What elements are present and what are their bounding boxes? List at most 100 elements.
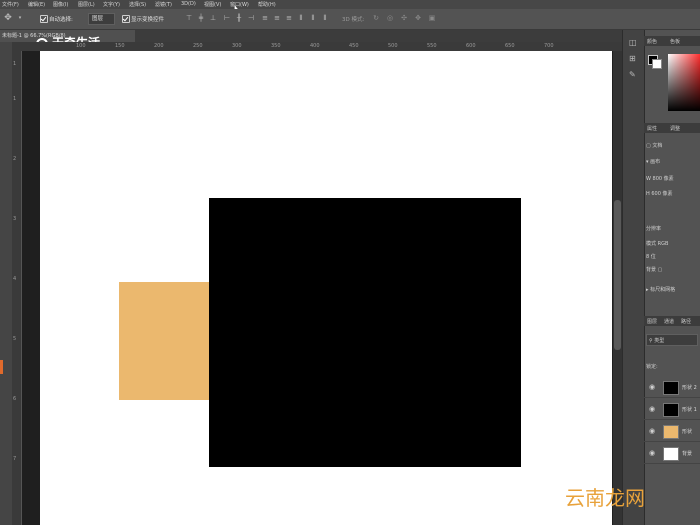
color-panel-tabs: 颜色 色板 [644, 36, 700, 46]
tab-channels[interactable]: 通道 [664, 318, 674, 325]
background-row[interactable]: 背景 ▢ [646, 266, 662, 273]
auto-select-checkbox[interactable] [40, 15, 48, 23]
ruler-tick: 450 [349, 43, 359, 49]
ruler-tick: 650 [505, 43, 515, 49]
adjust-icon[interactable]: ⊞ [629, 54, 636, 63]
chevron-down-icon[interactable]: ▾ [16, 14, 24, 22]
layers-panel-tabs: 图层 通道 路径 [644, 316, 700, 326]
canvas-width-row[interactable]: W 800 像素 [646, 175, 674, 182]
3d-slide-icon[interactable]: ✥ [414, 14, 422, 22]
menu-view[interactable]: 视图(V) [204, 1, 221, 8]
collapsed-panel-dock: ◫ ⊞ ✎ [622, 30, 645, 525]
document-label: ▢ 文档 [646, 143, 663, 149]
distribute-vcenter-icon[interactable]: ≡ [273, 14, 281, 22]
layer-thumbnail [663, 403, 679, 417]
layer-row[interactable]: ◉ 形状 [644, 422, 700, 442]
ruler-tick: 6 [13, 396, 17, 402]
tools-panel [0, 42, 12, 525]
menu-type[interactable]: 文字(Y) [103, 1, 120, 8]
visibility-eye-icon[interactable]: ◉ [649, 449, 655, 457]
canvas-section-label: ▾ 画布 [646, 159, 661, 165]
ruler-tick: 400 [310, 43, 320, 49]
ruler-tick: 1 [13, 96, 17, 102]
tab-adjustments[interactable]: 调整 [670, 125, 680, 132]
distribute-bottom-icon[interactable]: ≡ [285, 14, 293, 22]
show-transform-checkbox[interactable] [122, 15, 130, 23]
align-hcenter-icon[interactable]: ╫ [235, 14, 243, 22]
ruler-tick: 4 [13, 276, 17, 282]
mode-row[interactable]: 模式 RGB [646, 240, 668, 247]
layer-name: 形状 [682, 429, 693, 435]
align-right-icon[interactable]: ⊣ [247, 14, 255, 22]
ruler-tick: 5 [13, 336, 17, 342]
menu-file[interactable]: 文件(F) [2, 1, 19, 8]
distribute-hcenter-icon[interactable]: ⫴ [309, 14, 317, 22]
ruler-tick: 600 [466, 43, 476, 49]
ruler-tick: 550 [427, 43, 437, 49]
tab-properties[interactable]: 属性 [647, 125, 657, 132]
tab-swatches[interactable]: 色板 [670, 38, 680, 45]
black-rectangle-shape[interactable] [209, 198, 521, 467]
brush-panel-icon[interactable]: ✎ [629, 70, 636, 79]
options-bar: ✥ ▾ 自动选择: 图层 显示变换控件 ⊤ ╪ ⊥ ⊢ ╫ ⊣ ≡ ≡ ≡ ⫴ … [0, 9, 700, 30]
menu-edit[interactable]: 编辑(E) [28, 1, 45, 8]
tab-paths[interactable]: 路径 [681, 318, 691, 325]
background-color-swatch[interactable] [652, 59, 662, 69]
tab-color[interactable]: 颜色 [647, 38, 657, 45]
ruler-tick: 1 [13, 61, 17, 67]
align-left-icon[interactable]: ⊢ [223, 14, 231, 22]
layer-name: 形状 2 [682, 385, 697, 391]
3d-scale-icon[interactable]: ▣ [428, 14, 436, 22]
ruler-tick: 200 [154, 43, 164, 49]
3d-rotate-icon[interactable]: ↻ [372, 14, 380, 22]
history-icon[interactable]: ◫ [629, 38, 637, 47]
visibility-eye-icon[interactable]: ◉ [649, 427, 655, 435]
distribute-right-icon[interactable]: ⫴ [321, 14, 329, 22]
menu-3d[interactable]: 3D(D) [181, 1, 196, 7]
scrollbar-thumb[interactable] [614, 200, 621, 350]
layer-row[interactable]: ◉ 背景 [644, 444, 700, 464]
canvas-height-row[interactable]: H 600 像素 [646, 190, 673, 197]
menu-layer[interactable]: 图层(L) [78, 1, 95, 8]
menu-select[interactable]: 选择(S) [129, 1, 146, 8]
bit-depth-row[interactable]: 8 位 [646, 253, 656, 260]
layer-row[interactable]: ◉ 形状 1 [644, 400, 700, 420]
3d-roll-icon[interactable]: ◎ [386, 14, 394, 22]
show-transform-label: 显示变换控件 [131, 17, 165, 23]
layer-thumbnail [663, 381, 679, 395]
menu-help[interactable]: 帮助(H) [258, 1, 276, 8]
menu-bar: 文件(F) 编辑(E) 图像(I) 图层(L) 文字(Y) 选择(S) 滤镜(T… [0, 0, 700, 9]
color-picker-field[interactable] [668, 54, 700, 111]
bottom-watermark: 云南龙网 [565, 486, 645, 510]
auto-select-label: 自动选择: [49, 17, 73, 23]
layer-filter-dropdown[interactable]: ⚲ 类型 [646, 334, 698, 346]
ruler-tick: 500 [388, 43, 398, 49]
vertical-ruler[interactable]: 1 1 2 3 4 5 6 7 [12, 51, 22, 525]
ruler-tick: 7 [13, 456, 17, 462]
align-bottom-icon[interactable]: ⊥ [209, 14, 217, 22]
lock-label: 锁定: [646, 364, 658, 370]
distribute-top-icon[interactable]: ≡ [261, 14, 269, 22]
ruler-tick: 2 [13, 156, 17, 162]
layer-thumbnail [663, 447, 679, 461]
distribute-left-icon[interactable]: ⫴ [297, 14, 305, 22]
active-tool-indicator [0, 360, 3, 374]
3d-mode-label: 3D 模式: [342, 17, 365, 23]
tab-layers[interactable]: 图层 [647, 318, 657, 325]
3d-drag-icon[interactable]: ✣ [400, 14, 408, 22]
auto-select-dropdown[interactable]: 图层 [88, 13, 115, 25]
layer-row[interactable]: ◉ 形状 2 [644, 378, 700, 398]
orange-rectangle-shape[interactable] [119, 282, 210, 400]
align-top-icon[interactable]: ⊤ [185, 14, 193, 22]
guides-section-label[interactable]: ▸ 标尺和网格 [646, 286, 675, 293]
menu-filter[interactable]: 滤镜(T) [155, 1, 172, 8]
menu-image[interactable]: 图像(I) [53, 1, 68, 8]
visibility-eye-icon[interactable]: ◉ [649, 405, 655, 413]
move-tool-icon[interactable]: ✥ [4, 14, 12, 23]
ruler-tick: 150 [115, 43, 125, 49]
align-vcenter-icon[interactable]: ╪ [197, 14, 205, 22]
ruler-tick: 350 [271, 43, 281, 49]
properties-panel-tabs: 属性 调整 [644, 123, 700, 133]
visibility-eye-icon[interactable]: ◉ [649, 383, 655, 391]
ruler-tick: 3 [13, 216, 17, 222]
